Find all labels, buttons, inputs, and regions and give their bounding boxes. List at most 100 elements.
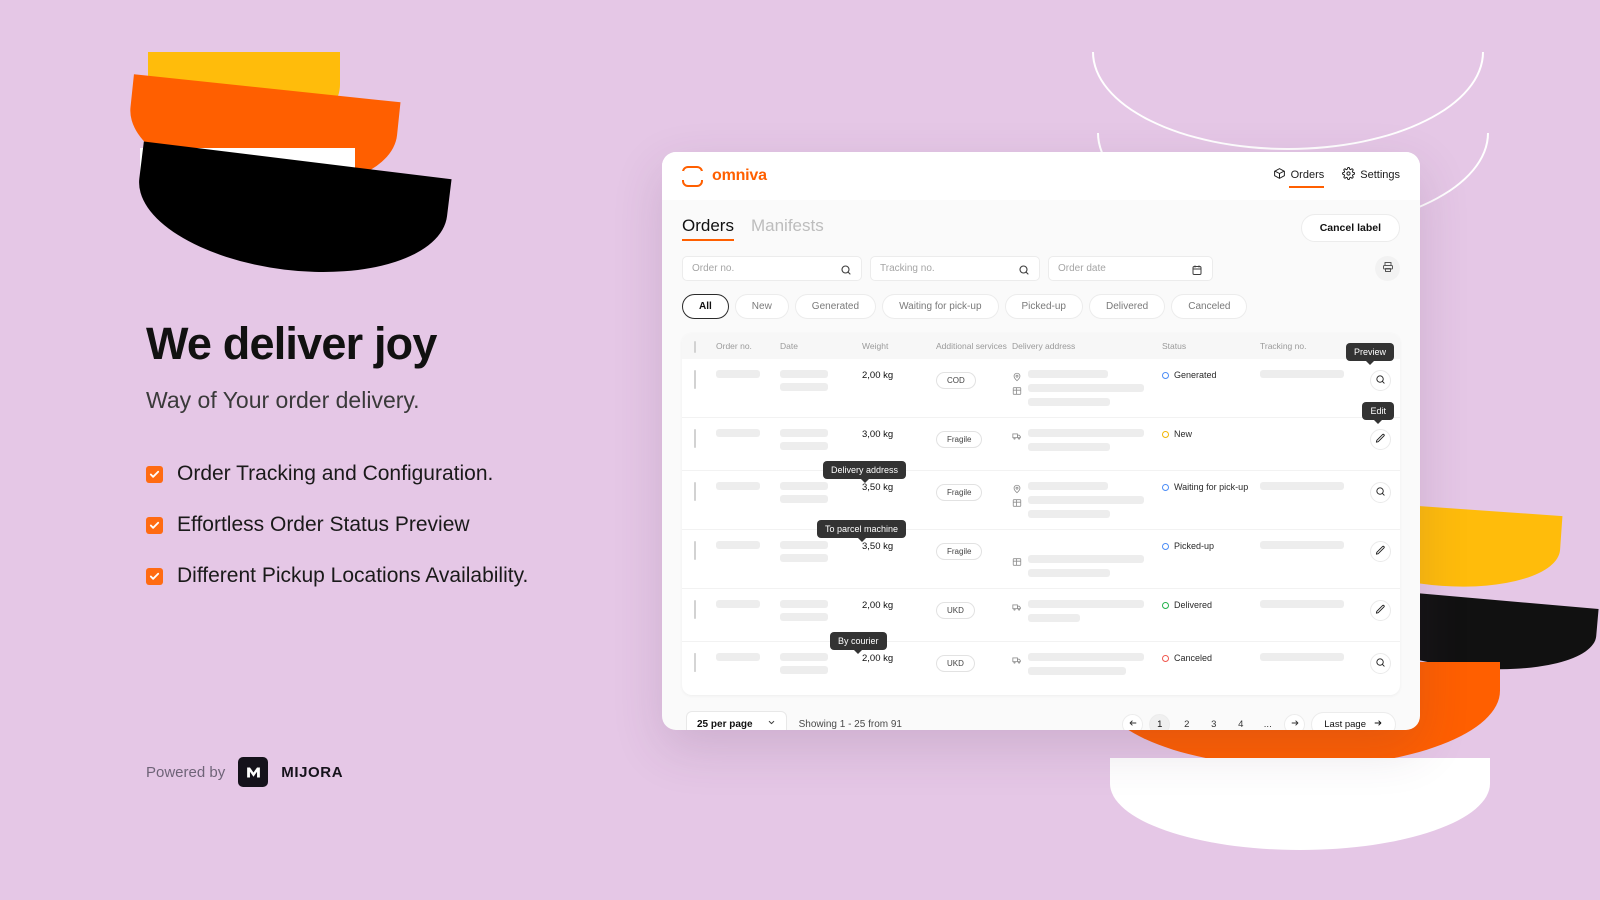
filter-chip-picked-up[interactable]: Picked-up [1004, 294, 1083, 319]
tab-manifests[interactable]: Manifests [751, 216, 824, 241]
pin-icon [1012, 369, 1022, 382]
page-title: We deliver joy [146, 318, 437, 369]
row-checkbox[interactable] [694, 600, 696, 619]
mijora-logo-icon [238, 757, 269, 787]
tooltip-by-courier: By courier [830, 632, 887, 654]
logo-swoosh-yellow [148, 52, 340, 142]
page-button-1[interactable]: 1 [1149, 713, 1171, 730]
search-row [682, 256, 1400, 281]
table-row: 3,50 kg Fragile Picked-up [682, 530, 1400, 589]
app-body: Orders Manifests Cancel label Order no. … [662, 200, 1420, 730]
row-checkbox[interactable] [694, 370, 696, 389]
showing-text: Showing 1 - 25 from 91 [798, 718, 902, 730]
prev-page-button[interactable] [1122, 713, 1144, 731]
next-page-button[interactable] [1284, 713, 1306, 730]
app-window: omniva Orders Settings Orders Manifests [662, 152, 1420, 730]
service-badge: COD [936, 372, 976, 389]
row-select-cell [694, 429, 716, 448]
cell-tracking-no [1260, 600, 1370, 608]
cell-status: Waiting for pick-up [1162, 482, 1260, 492]
row-select-cell [694, 600, 716, 619]
pin-icon [1012, 540, 1022, 550]
table-row: 2,00 kg UKD Delivered By courier [682, 589, 1400, 654]
list-item: Order Tracking and Configuration. [146, 462, 686, 486]
cell-delivery-address [1012, 600, 1162, 622]
order-no-input[interactable] [692, 263, 852, 274]
order-date-input[interactable] [1058, 263, 1203, 274]
tooltip-delivery-address: Delivery address [823, 461, 907, 483]
filter-chip-delivered[interactable]: Delivered [1088, 294, 1166, 319]
status-badge: Waiting for pick-up [1174, 482, 1249, 492]
cancel-label-button[interactable]: Cancel label [1300, 214, 1400, 242]
cell-order-no [716, 600, 780, 608]
tracking-no-input[interactable] [880, 263, 1030, 274]
cell-weight: 2,00 kg [862, 600, 894, 611]
table-row: 2,00 kg UKD Canceled [682, 642, 1400, 695]
check-icon [146, 516, 163, 534]
filter-chips: All New Generated Waiting for pick-up Pi… [682, 294, 1400, 319]
order-no-field[interactable] [682, 256, 862, 281]
preview-button[interactable] [1370, 370, 1391, 391]
cell-actions [1370, 653, 1391, 674]
row-checkbox[interactable] [694, 653, 696, 672]
edit-button[interactable] [1370, 541, 1391, 562]
preview-button[interactable] [1370, 653, 1391, 674]
filter-chip-all[interactable]: All [682, 294, 729, 319]
row-checkbox[interactable] [694, 429, 696, 448]
print-labels-button[interactable] [1375, 256, 1400, 281]
order-date-field[interactable] [1048, 256, 1213, 281]
app-header: omniva Orders Settings [662, 152, 1420, 200]
status-badge: Canceled [1174, 653, 1213, 663]
cell-actions [1370, 370, 1391, 391]
calendar-icon [1191, 263, 1203, 275]
header-nav: Orders Settings [1273, 166, 1400, 188]
filter-chip-canceled[interactable]: Canceled [1171, 294, 1248, 319]
tracking-no-field[interactable] [870, 256, 1040, 281]
tabs-row: Orders Manifests Cancel label [682, 200, 1400, 242]
cell-order-no [716, 653, 780, 661]
marketing-panel: We deliver joy Way of Your order deliver… [146, 320, 686, 615]
cell-delivery-address [1012, 429, 1162, 451]
brand: omniva [680, 165, 767, 187]
arrow-left-icon [1128, 718, 1138, 731]
row-checkbox[interactable] [694, 541, 696, 560]
cell-tracking-no [1260, 370, 1370, 378]
status-badge: Delivered [1174, 600, 1213, 610]
page-button-2[interactable]: 2 [1176, 714, 1197, 731]
status-badge: New [1174, 429, 1193, 439]
cell-status: New [1162, 429, 1260, 439]
table-footer: 25 per page Showing 1 - 25 from 91 1 2 3… [682, 699, 1400, 730]
cell-status: Canceled [1162, 653, 1260, 663]
cell-date [780, 482, 862, 508]
cell-order-no [716, 541, 780, 549]
cell-status: Picked-up [1162, 541, 1260, 551]
cell-date [780, 600, 862, 626]
parcel-machine-icon [1012, 383, 1022, 395]
check-icon [146, 465, 163, 483]
preview-button[interactable] [1370, 482, 1391, 503]
tooltip-preview: Preview [1345, 343, 1394, 365]
page-button-4[interactable]: 4 [1230, 714, 1251, 731]
cell-order-no [716, 429, 780, 437]
edit-button[interactable] [1370, 600, 1391, 621]
cell-weight: 3,50 kg [862, 482, 894, 493]
filter-chip-new[interactable]: New [734, 294, 789, 319]
filter-chip-generated[interactable]: Generated [794, 294, 877, 319]
page-button-3[interactable]: 3 [1203, 714, 1224, 731]
last-page-button[interactable]: Last page [1311, 711, 1396, 730]
row-checkbox[interactable] [694, 482, 696, 501]
cell-additional-services: UKD [936, 600, 1012, 619]
cell-actions [1370, 541, 1391, 562]
row-select-cell [694, 541, 716, 560]
edit-button[interactable] [1370, 429, 1391, 450]
nav-item-settings[interactable]: Settings [1342, 166, 1400, 186]
per-page-select[interactable]: 25 per page [686, 711, 787, 730]
nav-item-orders[interactable]: Orders [1273, 167, 1324, 188]
table-row: 3,50 kg Fragile Waiting for pick-up To p… [682, 471, 1400, 542]
cell-delivery-address [1012, 370, 1162, 406]
filter-chip-waiting-for-pickup[interactable]: Waiting for pick-up [882, 294, 999, 319]
select-all-checkbox[interactable] [694, 340, 696, 353]
box-icon [1273, 167, 1286, 183]
tab-orders[interactable]: Orders [682, 216, 734, 241]
status-badge: Generated [1174, 370, 1217, 380]
